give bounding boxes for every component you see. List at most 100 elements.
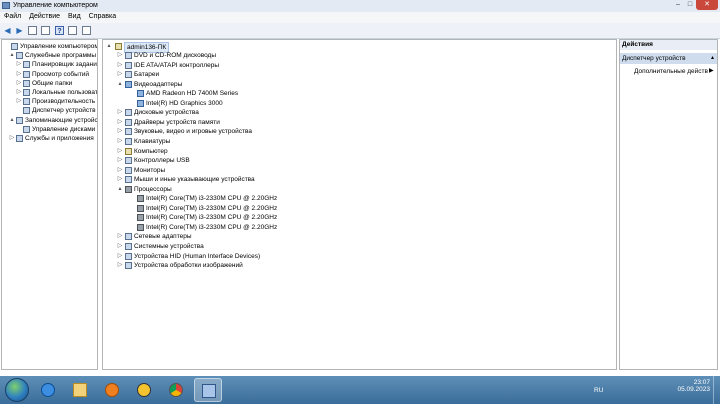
menu-action[interactable]: Действие (25, 12, 64, 23)
device-label: Контроллеры USB (134, 157, 190, 165)
computer-icon (115, 43, 122, 50)
device-label: Intel(R) HD Graphics 3000 (146, 99, 223, 107)
language-indicator[interactable]: RU (594, 387, 603, 394)
display-adapter-icon (137, 90, 144, 98)
app-icon (137, 383, 151, 397)
minimize-button[interactable]: – (672, 0, 684, 10)
device-label: Дисковые устройства (134, 109, 199, 117)
menu-file[interactable]: Файл (0, 12, 25, 23)
device-label: IDE ATA/ATAPI контроллеры (134, 61, 220, 69)
collapse-arrow-icon[interactable]: ▴ (9, 51, 15, 60)
nav-tree-label: Производительность (32, 98, 96, 106)
expand-arrow-icon[interactable]: ▷ (117, 166, 123, 175)
expand-arrow-icon[interactable]: ▷ (117, 261, 123, 270)
device-properties-icon[interactable] (82, 26, 91, 35)
expand-arrow-icon[interactable]: ▷ (117, 137, 123, 146)
device-label: Intel(R) Core(TM) i3-2330M CPU @ 2.20GHz (146, 223, 278, 231)
back-arrow-icon[interactable]: ◀ (3, 26, 12, 35)
nav-tree-label: Диспетчер устройств (32, 107, 96, 115)
battery-icon (125, 71, 132, 79)
expand-arrow-icon[interactable]: ▷ (117, 51, 123, 60)
expand-arrow-icon[interactable]: ▷ (16, 79, 22, 88)
collapse-arrow-icon[interactable]: ▴ (106, 42, 112, 51)
maximize-button[interactable]: □ (684, 0, 696, 10)
expand-arrow-icon[interactable]: ▷ (16, 97, 22, 106)
expand-arrow-icon[interactable]: ▷ (117, 147, 123, 156)
expand-arrow-icon[interactable]: ▷ (117, 232, 123, 241)
taskbar-computer-management[interactable] (194, 378, 222, 402)
taskbar-ie[interactable] (34, 378, 62, 402)
show-desktop-button[interactable] (713, 376, 720, 404)
expand-arrow-icon[interactable]: ▷ (117, 70, 123, 79)
actions-section-device-manager[interactable]: Диспетчер устройств ▴ (620, 53, 717, 64)
actions-pane: Действия Диспетчер устройств ▴ Дополните… (619, 39, 718, 370)
expand-arrow-icon[interactable]: ▷ (117, 61, 123, 70)
taskbar-app[interactable] (130, 378, 158, 402)
expand-arrow-icon[interactable]: ▷ (117, 108, 123, 117)
start-button[interactable] (5, 378, 29, 402)
taskbar-explorer[interactable] (66, 378, 94, 402)
collapse-arrow-icon[interactable]: ▴ (117, 185, 123, 194)
expand-arrow-icon[interactable]: ▷ (16, 60, 22, 69)
expand-arrow-icon[interactable]: ▷ (117, 127, 123, 136)
device-label: Клавиатуры (134, 137, 171, 145)
close-button[interactable]: ✕ (696, 0, 718, 10)
nav-tree-label: Служебные программы (25, 52, 97, 60)
forward-arrow-icon[interactable]: ▶ (15, 26, 24, 35)
nav-item-icon (16, 52, 23, 60)
more-actions-link[interactable]: Дополнительные действ ▶ (634, 67, 714, 76)
properties-icon[interactable] (41, 26, 50, 35)
menu-view[interactable]: Вид (64, 12, 85, 23)
expand-arrow-icon[interactable]: ▷ (117, 252, 123, 261)
expand-arrow-icon[interactable]: ▷ (16, 88, 22, 97)
processor-icon (125, 185, 132, 193)
nav-item-icon (16, 135, 23, 142)
disk-drive-icon (125, 109, 132, 117)
expand-arrow-icon[interactable]: ▷ (9, 134, 15, 143)
expand-arrow-icon[interactable]: ▷ (117, 175, 123, 184)
usb-controller-icon (125, 157, 132, 165)
computer-icon (125, 147, 132, 155)
nav-item-icon (23, 61, 30, 69)
nav-tree-label: Планировщик заданий (32, 61, 98, 69)
expand-arrow-icon[interactable]: ▷ (117, 156, 123, 165)
nav-tree-label: Просмотр событий (32, 70, 90, 78)
nav-tree-label: Управление компьютером (л (20, 43, 98, 50)
nav-tree-label: Управление дисками (32, 125, 96, 133)
nav-item-icon (23, 125, 30, 133)
console-tree-toggle-icon[interactable] (28, 26, 37, 35)
expand-arrow-icon[interactable]: ▷ (117, 242, 123, 251)
nav-tree-label: Запоминающие устройств (25, 116, 98, 124)
more-actions-label: Дополнительные действ (634, 68, 708, 75)
expand-arrow-icon[interactable]: ▷ (117, 118, 123, 127)
internet-explorer-icon (41, 383, 55, 397)
device-label: Мониторы (134, 166, 166, 174)
show-hide-pane-icon[interactable] (68, 26, 77, 35)
expand-arrow-icon[interactable]: ▷ (16, 70, 22, 79)
nav-item-icon (16, 116, 23, 124)
menu-help[interactable]: Справка (85, 12, 120, 23)
nav-item-icon (23, 70, 30, 78)
device-label: AMD Radeon HD 7400M Series (146, 90, 239, 98)
device-label: Драйверы устройств памяти (134, 118, 220, 126)
taskbar: RU 23:07 05.09.2023 (0, 376, 720, 404)
help-icon[interactable]: ? (55, 26, 64, 35)
device-label: Intel(R) Core(TM) i3-2330M CPU @ 2.20GHz (146, 195, 278, 203)
taskbar-media-player[interactable] (98, 378, 126, 402)
taskbar-chrome[interactable] (162, 378, 190, 402)
toolbar: ◀ ▶ ? (0, 23, 720, 39)
device-label: Устройства HID (Human Interface Devices) (134, 252, 261, 260)
collapse-section-icon[interactable]: ▴ (711, 53, 714, 64)
device-tree-root[interactable]: ▴ admin136-ПК (106, 42, 186, 53)
nav-item-icon (23, 89, 30, 96)
menu-bar: Файл Действие Вид Справка (0, 12, 720, 23)
collapse-arrow-icon[interactable]: ▴ (117, 80, 123, 89)
collapse-arrow-icon[interactable]: ▴ (9, 116, 15, 125)
device-label: Intel(R) Core(TM) i3-2330M CPU @ 2.20GHz (146, 214, 278, 222)
nav-tree-label: Локальные пользовате (32, 89, 98, 96)
device-label: Устройства обработки изображений (134, 262, 243, 270)
imaging-device-icon (125, 262, 132, 270)
mouse-icon (125, 176, 132, 184)
clock-date: 05.09.2023 (677, 386, 710, 393)
system-clock[interactable]: 23:07 05.09.2023 (677, 379, 710, 393)
